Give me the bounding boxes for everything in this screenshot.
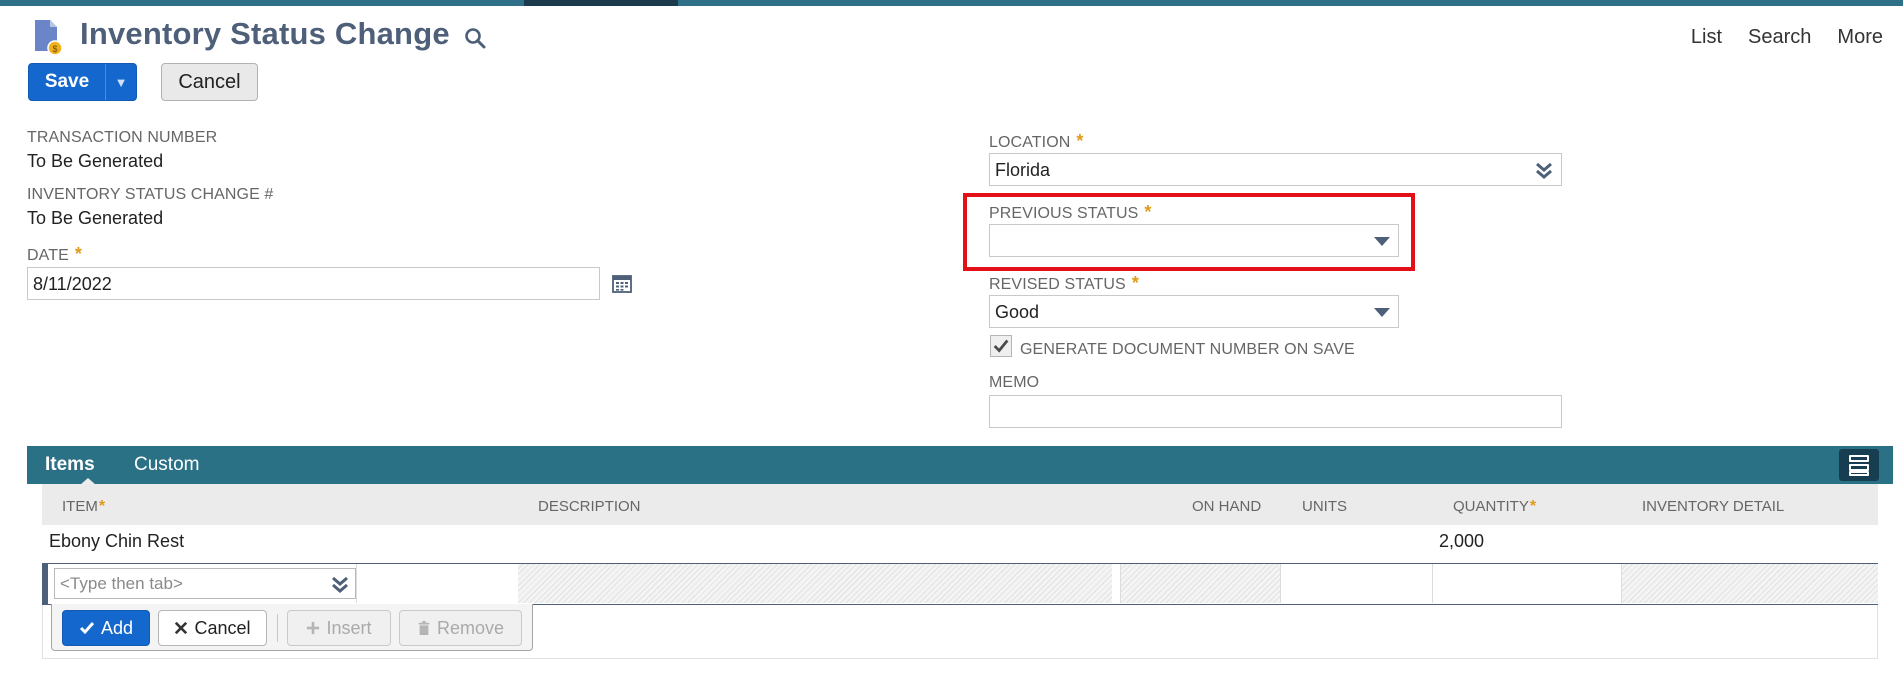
required-marker: * (1076, 131, 1084, 151)
cell-quantity-edit[interactable] (1432, 564, 1621, 603)
add-label: Add (100, 617, 134, 638)
save-button-group: Save ▼ (28, 63, 137, 101)
memo-field[interactable] (989, 395, 1562, 428)
revised-status-value: Good (995, 302, 1040, 322)
edit-row: <Type then tab> (42, 563, 1878, 605)
cell-units[interactable] (1280, 564, 1432, 603)
checkmark-icon (993, 339, 1009, 353)
edit-row-marker (42, 564, 48, 604)
add-row-button[interactable]: Add (62, 610, 150, 646)
date-label-text: DATE (27, 247, 69, 264)
cell-quantity: 2,000 (1439, 531, 1485, 551)
date-value: 8/11/2022 (33, 274, 112, 294)
revised-status-label-text: REVISED STATUS (989, 276, 1126, 293)
save-button[interactable]: Save (29, 64, 105, 100)
col-header-quantity: QUANTITY* (1453, 498, 1536, 516)
grid-bottom-border (42, 658, 1878, 659)
remove-row-button: Remove (399, 610, 522, 646)
date-field[interactable]: 8/11/2022 (27, 267, 600, 300)
col-header-description: DESCRIPTION (538, 498, 641, 515)
col-item-text: ITEM (62, 498, 98, 515)
transaction-number-label: TRANSACTION NUMBER (27, 129, 218, 146)
cancel-button[interactable]: Cancel (161, 63, 258, 101)
trash-icon (418, 621, 430, 635)
revised-status-label: REVISED STATUS * (989, 273, 1139, 294)
button-separator (277, 614, 278, 642)
cell-description-disabled (518, 564, 1112, 603)
top-accent-active (524, 0, 678, 6)
col-header-inventory-detail: INVENTORY DETAIL (1642, 498, 1785, 515)
page-title: Inventory Status Change (80, 16, 450, 51)
list-link[interactable]: List (1691, 26, 1722, 49)
search-link[interactable]: Search (1748, 26, 1811, 49)
row-action-panel: Add Cancel Insert Remove (51, 604, 533, 651)
item-input[interactable]: <Type then tab> (54, 568, 356, 599)
status-change-number-value: To Be Generated (27, 208, 164, 228)
item-placeholder: <Type then tab> (60, 574, 183, 593)
required-marker: * (98, 498, 106, 515)
layout-toggle-icon[interactable] (1839, 449, 1879, 481)
header-links: List Search More (1691, 26, 1883, 49)
col-quantity-text: QUANTITY (1453, 498, 1529, 515)
svg-text:$: $ (52, 44, 57, 54)
calendar-icon[interactable] (612, 273, 632, 293)
check-icon (79, 622, 95, 635)
double-chevron-icon[interactable] (331, 575, 349, 593)
location-label-text: LOCATION (989, 134, 1071, 151)
generate-doc-checkbox[interactable] (990, 335, 1012, 357)
subtab-bar: Items Custom (27, 446, 1893, 485)
required-marker: * (74, 244, 82, 264)
cancel-row-button[interactable]: Cancel (158, 610, 267, 646)
document-coin-icon: $ (35, 20, 63, 56)
required-marker: * (1131, 273, 1139, 293)
col-header-item: ITEM* (62, 498, 105, 516)
cell-blank (356, 564, 539, 603)
cell-on-hand-disabled (1120, 564, 1280, 603)
date-label: DATE * (27, 244, 82, 265)
insert-row-button: Insert (287, 610, 391, 646)
double-chevron-icon[interactable] (1535, 161, 1553, 179)
memo-label: MEMO (989, 374, 1040, 391)
close-icon (175, 621, 188, 635)
required-marker: * (1529, 498, 1537, 515)
location-label: LOCATION * (989, 131, 1084, 152)
tab-custom[interactable]: Custom (134, 454, 199, 476)
save-options-button[interactable]: ▼ (105, 64, 136, 100)
top-accent-bar (0, 0, 1903, 6)
grid-header: ITEM* DESCRIPTION ON HAND UNITS QUANTITY… (42, 484, 1878, 525)
col-header-units: UNITS (1302, 498, 1347, 515)
tab-items[interactable]: Items (45, 454, 95, 476)
chevron-down-icon (1374, 308, 1390, 317)
location-field[interactable]: Florida (989, 153, 1562, 186)
cancel-row-label: Cancel (194, 617, 251, 638)
search-icon[interactable] (463, 26, 487, 50)
remove-label: Remove (436, 617, 505, 638)
cell-item: Ebony Chin Rest (49, 531, 185, 551)
status-change-number-label: INVENTORY STATUS CHANGE # (27, 186, 274, 203)
plus-icon (307, 621, 320, 635)
location-value: Florida (995, 160, 1051, 180)
more-link[interactable]: More (1837, 26, 1883, 49)
revised-status-select[interactable]: Good (989, 295, 1399, 328)
col-header-on-hand: ON HAND (1192, 498, 1262, 515)
transaction-number-value: To Be Generated (27, 151, 164, 171)
caret-down-icon: ▼ (114, 74, 128, 90)
generate-doc-label: GENERATE DOCUMENT NUMBER ON SAVE (1020, 341, 1355, 358)
table-row[interactable]: Ebony Chin Rest 2,000 (42, 525, 1878, 563)
highlight-box (963, 193, 1415, 271)
insert-label: Insert (326, 617, 372, 638)
cell-inventory-detail-disabled (1621, 564, 1878, 603)
